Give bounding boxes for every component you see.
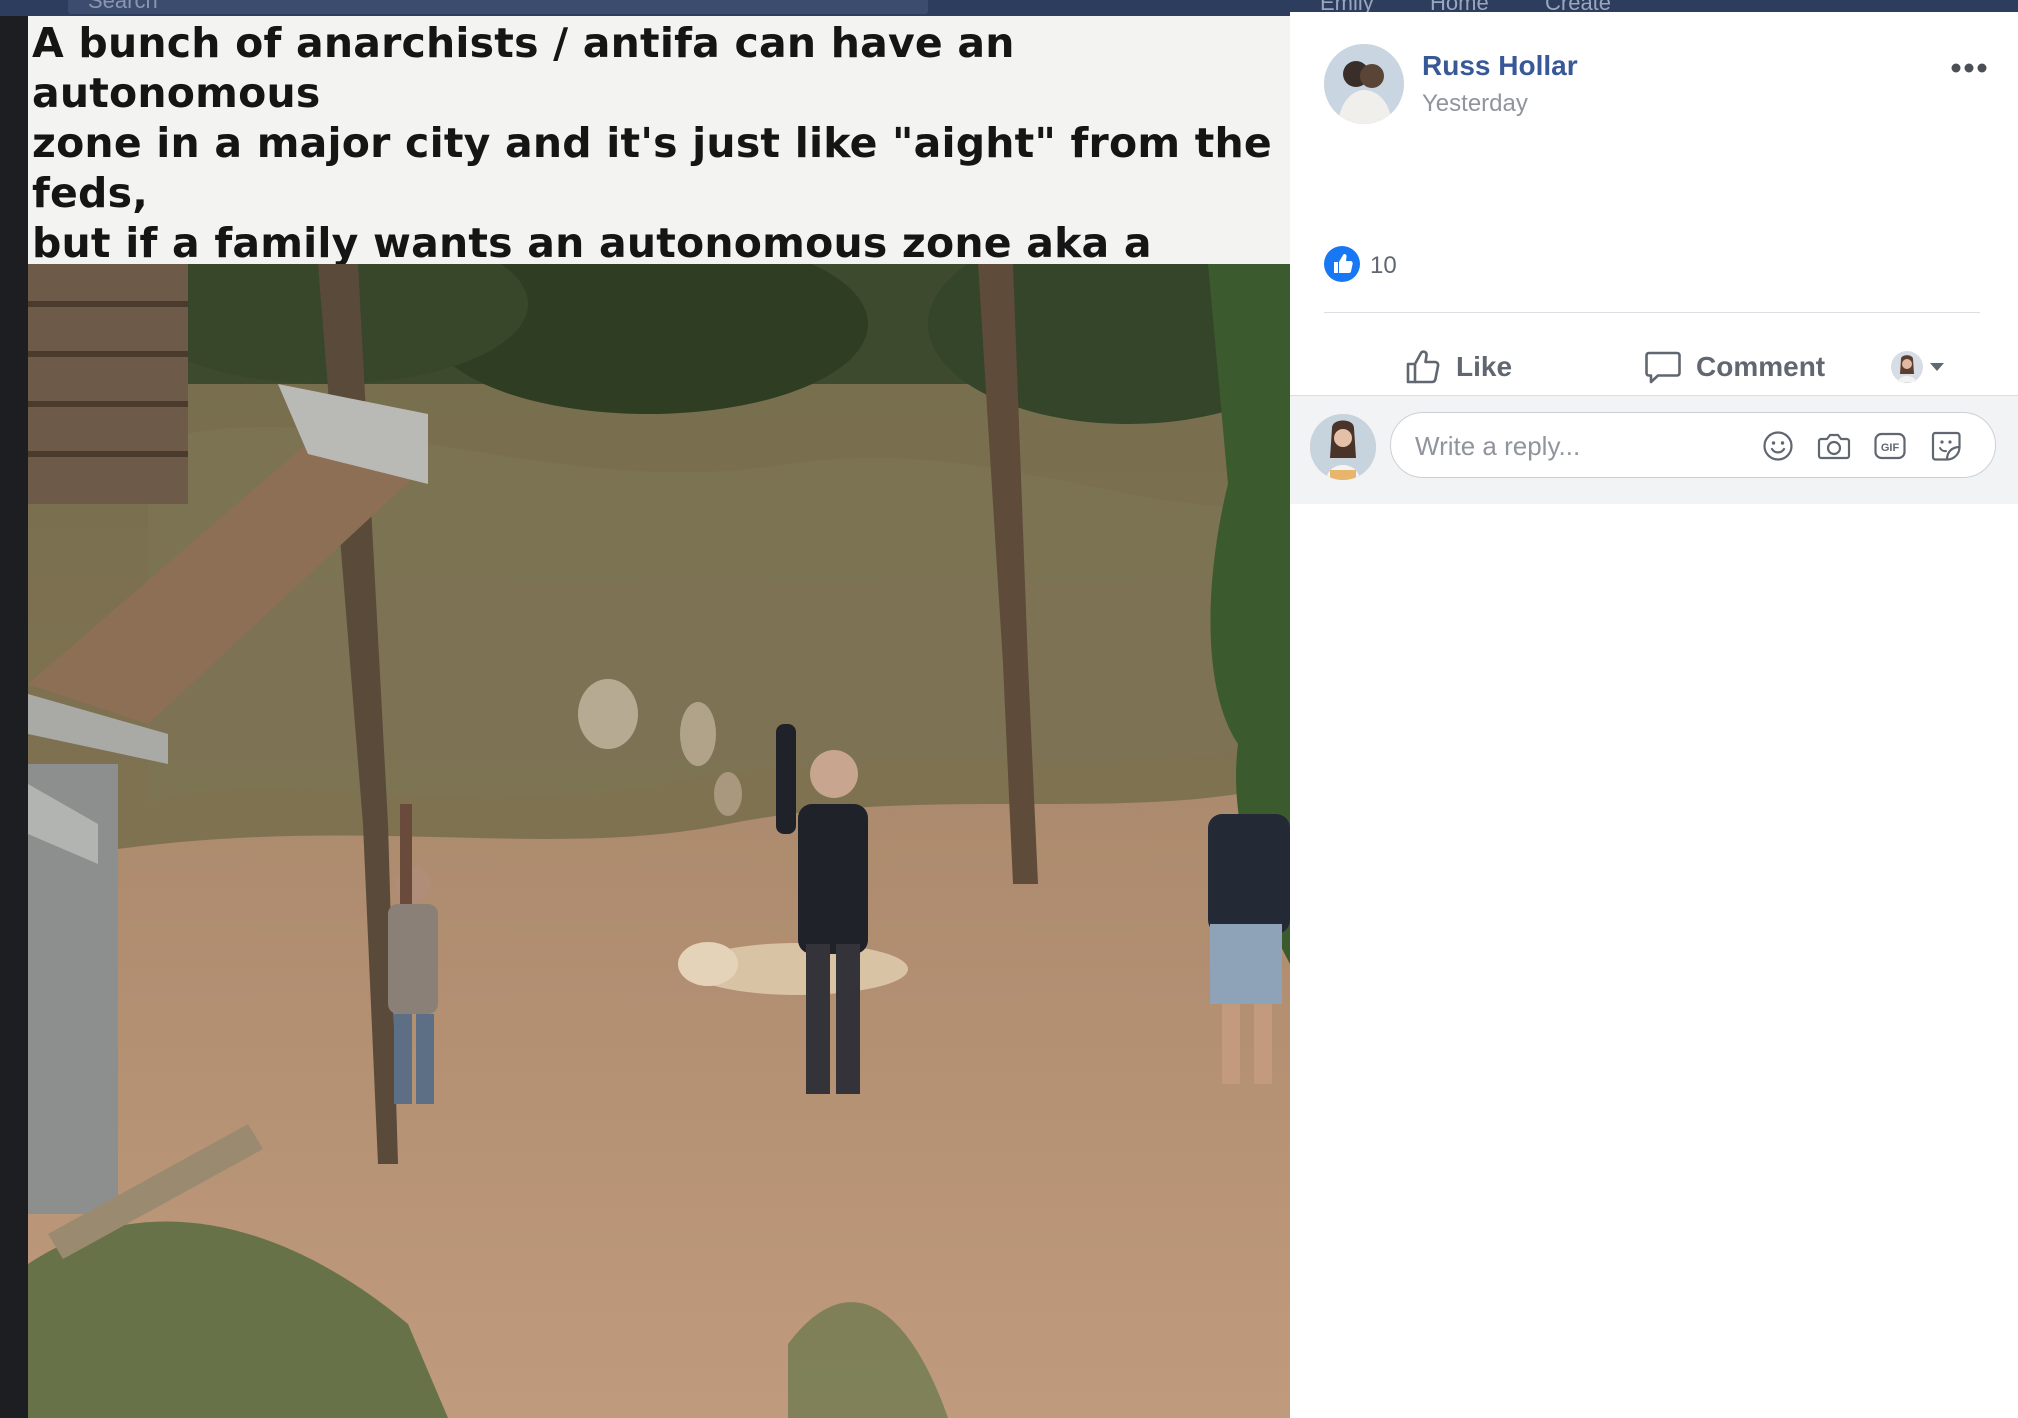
avatar-dropdown-icon[interactable] [1890, 350, 1950, 384]
post-timestamp[interactable]: Yesterday [1422, 90, 1528, 118]
reply-composer: GIF [1290, 395, 2018, 504]
reply-input[interactable] [1413, 413, 1757, 479]
like-button-label: Like [1456, 351, 1513, 382]
svg-text:GIF: GIF [1881, 442, 1900, 454]
current-user-avatar [1310, 414, 1376, 480]
post-header: Russ Hollar Yesterday [1324, 44, 1987, 134]
camera-icon[interactable] [1817, 429, 1851, 463]
background-search-field: Search [68, 0, 928, 14]
post-side-panel: Russ Hollar Yesterday 10 Like Comment Wr… [1290, 12, 2018, 1418]
author-avatar[interactable] [1324, 44, 1404, 124]
reply-input-box: GIF [1390, 412, 1996, 479]
thumbs-up-icon [1324, 246, 1360, 282]
sticker-icon[interactable] [1929, 429, 1963, 463]
gif-icon[interactable]: GIF [1873, 429, 1907, 463]
like-button[interactable]: Like [1404, 332, 1512, 402]
comment-button[interactable]: Comment [1644, 332, 1825, 402]
speech-bubble-icon [1645, 351, 1681, 384]
photo-scene [28, 264, 1290, 1418]
author-name-link[interactable]: Russ Hollar [1422, 50, 1578, 82]
image-caption-text: A bunch of anarchists / antifa can have … [28, 16, 1290, 467]
like-count: 10 [1370, 252, 1397, 279]
comment-button-label: Comment [1696, 351, 1826, 382]
divider [1324, 312, 1980, 313]
post-actions-bar: Like Comment [1324, 332, 1984, 402]
more-options-icon[interactable] [1948, 56, 1990, 80]
emoji-icon[interactable] [1761, 429, 1795, 463]
thumbs-up-outline-icon [1406, 350, 1440, 384]
post-photo[interactable]: A bunch of anarchists / antifa can have … [28, 16, 1290, 1418]
